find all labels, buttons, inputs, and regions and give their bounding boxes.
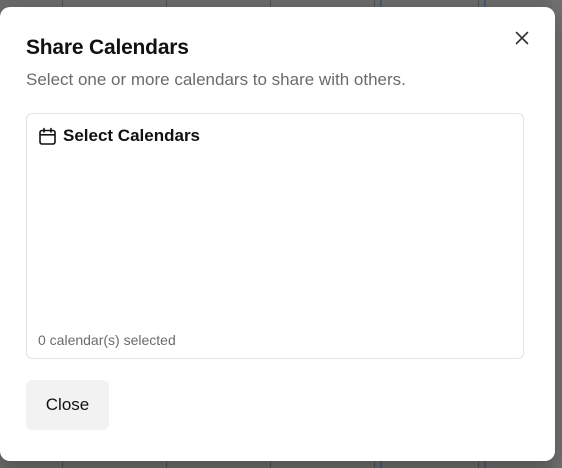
calendar-selection-panel: Select Calendars 0 calendar(s) selected [26, 113, 524, 359]
calendar-panel-title: Select Calendars [63, 126, 201, 145]
selected-count: 0 calendar(s) selected [38, 332, 176, 348]
share-calendars-dialog: Share Calendars Select one or more calen… [0, 7, 555, 461]
calendar-icon [38, 127, 57, 146]
dialog-subtitle: Select one or more calendars to share wi… [26, 70, 406, 89]
calendar-panel-header: Select Calendars [38, 126, 200, 146]
dialog-title: Share Calendars [26, 36, 189, 59]
close-button[interactable]: Close [26, 380, 109, 430]
close-icon[interactable] [513, 29, 531, 47]
